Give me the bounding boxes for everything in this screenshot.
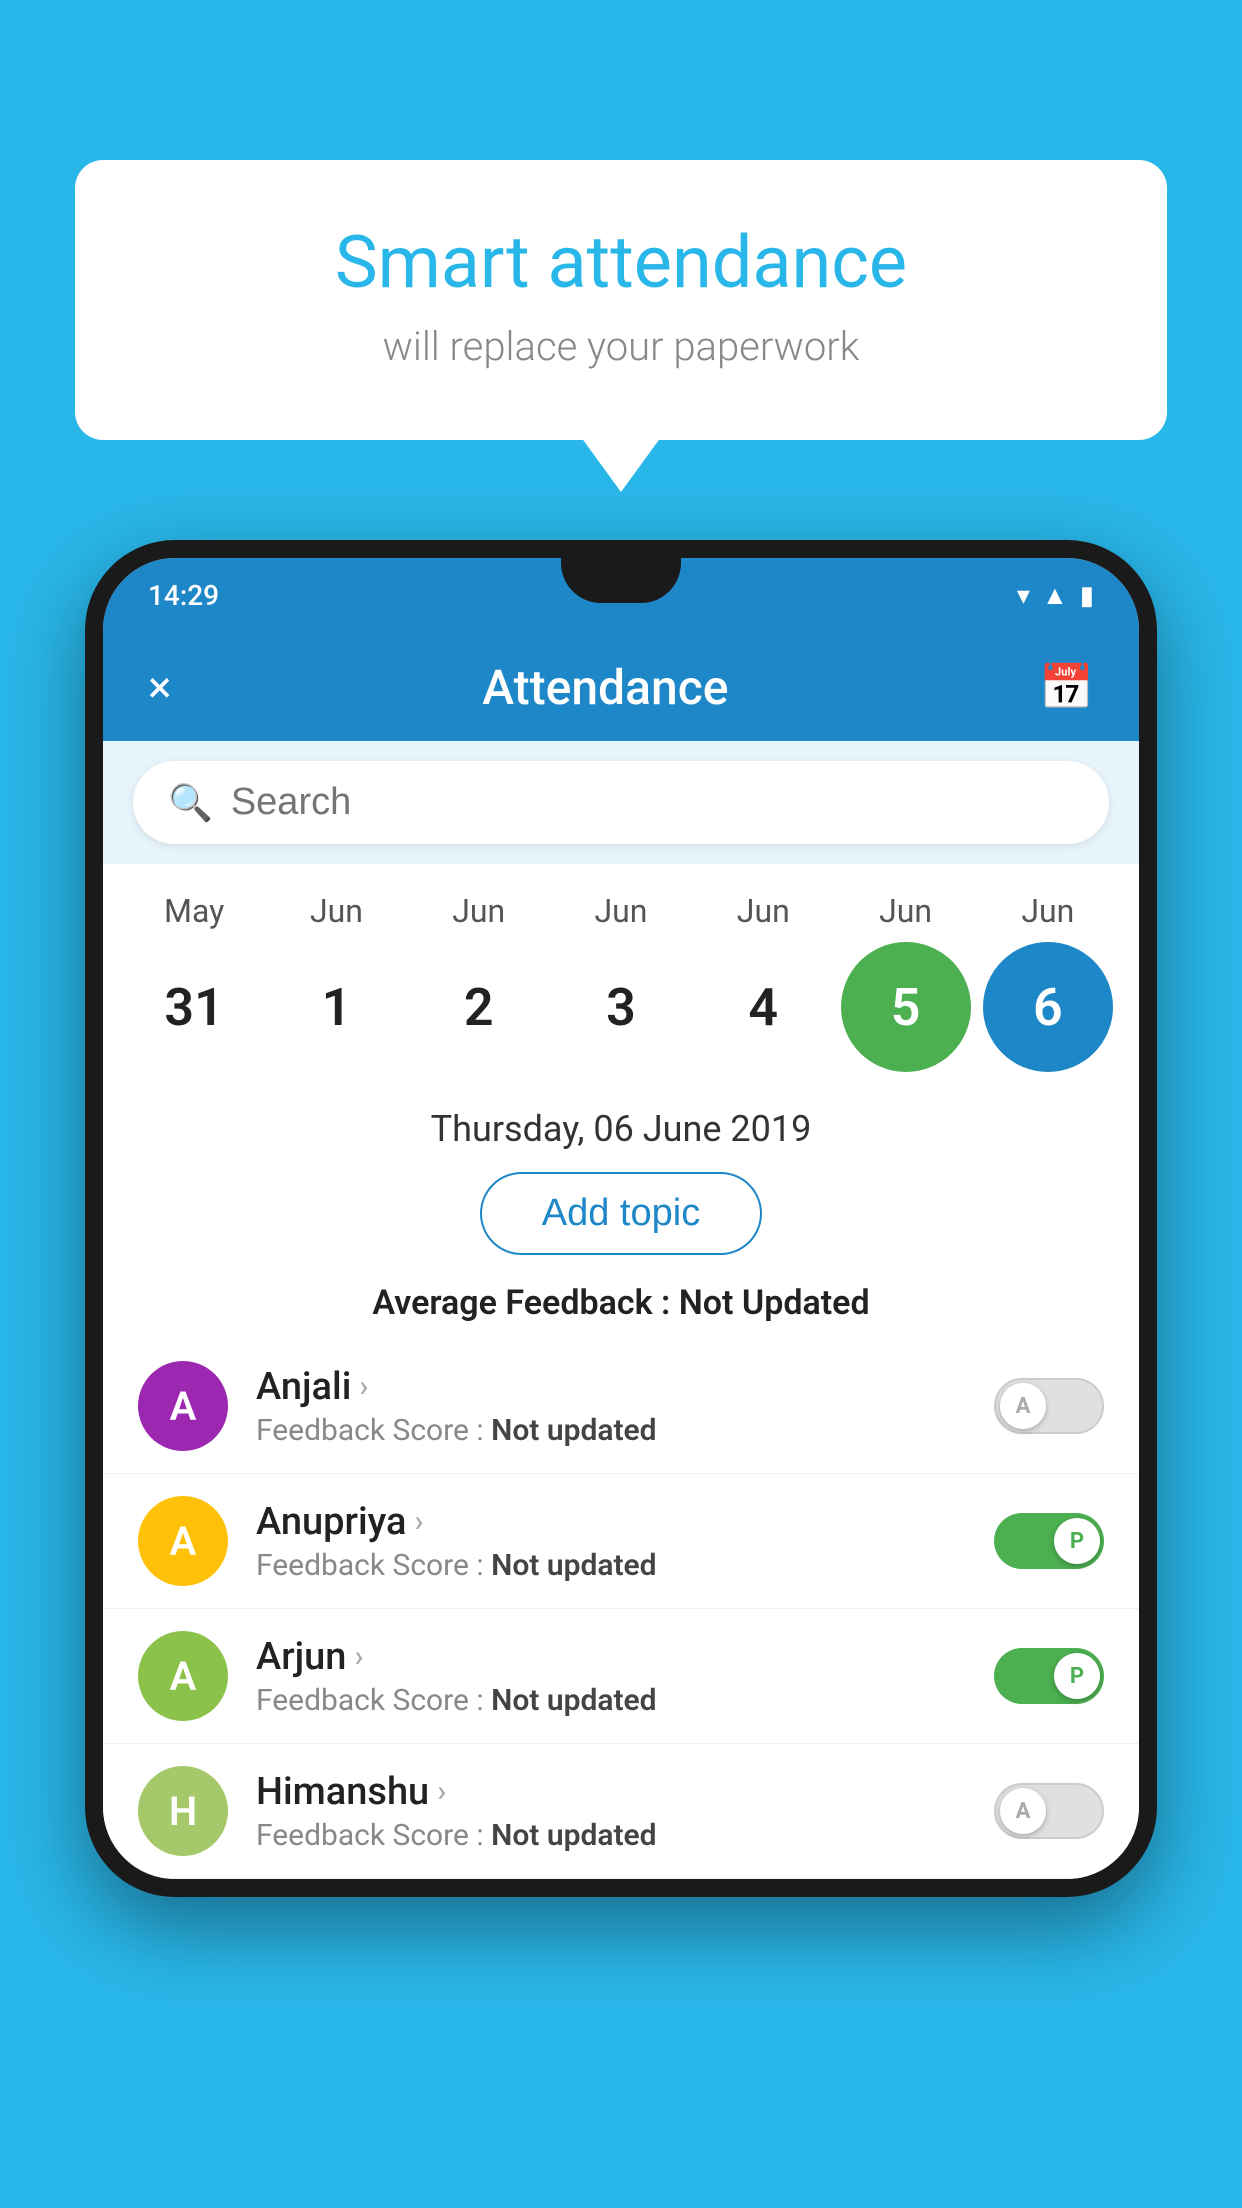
student-item: H Himanshu › Feedback Score : Not update… xyxy=(103,1744,1139,1879)
chevron-right-icon: › xyxy=(414,1504,423,1539)
speech-bubble-container: Smart attendance will replace your paper… xyxy=(75,160,1167,440)
feedback-score: Feedback Score : Not updated xyxy=(256,1818,966,1853)
student-item: A Anupriya › Feedback Score : Not update… xyxy=(103,1474,1139,1609)
status-bar: 14:29 ▾ ▲ ▮ xyxy=(103,558,1139,633)
phone-notch xyxy=(561,558,681,603)
cal-date-5-today[interactable]: 5 xyxy=(841,942,971,1072)
cal-month-1: Jun xyxy=(271,892,401,930)
attendance-toggle-wrap: A xyxy=(994,1783,1104,1839)
attendance-toggle-wrap: P xyxy=(994,1513,1104,1569)
phone-frame: 14:29 ▾ ▲ ▮ × Attendance 📅 🔍 May Jun xyxy=(85,540,1157,1897)
cal-date-1[interactable]: 1 xyxy=(271,942,401,1072)
battery-icon: ▮ xyxy=(1080,581,1094,611)
cal-date-4[interactable]: 4 xyxy=(698,942,828,1072)
signal-icon: ▲ xyxy=(1042,580,1068,611)
student-item: A Anjali › Feedback Score : Not updated … xyxy=(103,1339,1139,1474)
cal-month-3: Jun xyxy=(556,892,686,930)
cal-month-4: Jun xyxy=(698,892,828,930)
add-topic-container: Add topic xyxy=(103,1158,1139,1275)
status-time: 14:29 xyxy=(148,579,219,612)
cal-date-3[interactable]: 3 xyxy=(556,942,686,1072)
chevron-right-icon: › xyxy=(437,1774,446,1809)
feedback-score: Feedback Score : Not updated xyxy=(256,1683,966,1718)
cal-month-6: Jun xyxy=(983,892,1113,930)
add-topic-button[interactable]: Add topic xyxy=(480,1172,762,1255)
avg-feedback-label: Average Feedback : xyxy=(372,1283,678,1323)
chevron-right-icon: › xyxy=(359,1369,368,1404)
cal-date-2[interactable]: 2 xyxy=(414,942,544,1072)
search-container: 🔍 xyxy=(103,741,1139,864)
attendance-toggle[interactable]: A xyxy=(994,1378,1104,1434)
toggle-knob: P xyxy=(1054,1518,1100,1564)
student-avatar: H xyxy=(138,1766,228,1856)
app-bar: × Attendance 📅 xyxy=(103,633,1139,741)
calendar-months: May Jun Jun Jun Jun Jun Jun xyxy=(103,882,1139,934)
student-avatar: A xyxy=(138,1361,228,1451)
student-avatar: A xyxy=(138,1496,228,1586)
attendance-toggle[interactable]: A xyxy=(994,1783,1104,1839)
search-bar[interactable]: 🔍 xyxy=(133,761,1109,844)
student-info: Himanshu › Feedback Score : Not updated xyxy=(256,1770,966,1853)
cal-date-6-selected[interactable]: 6 xyxy=(983,942,1113,1072)
attendance-toggle-wrap: P xyxy=(994,1648,1104,1704)
app-bar-title: Attendance xyxy=(482,659,728,716)
wifi-icon: ▾ xyxy=(1017,581,1030,611)
bubble-subtitle: will replace your paperwork xyxy=(155,323,1087,370)
cal-month-5: Jun xyxy=(841,892,971,930)
calendar-icon[interactable]: 📅 xyxy=(1039,661,1094,713)
cal-month-2: Jun xyxy=(414,892,544,930)
calendar-dates: 31 1 2 3 4 5 6 xyxy=(103,934,1139,1090)
cal-date-31[interactable]: 31 xyxy=(129,942,259,1072)
student-name[interactable]: Anjali › xyxy=(256,1365,966,1409)
student-item: A Arjun › Feedback Score : Not updated P xyxy=(103,1609,1139,1744)
feedback-score: Feedback Score : Not updated xyxy=(256,1548,966,1583)
chevron-right-icon: › xyxy=(354,1639,363,1674)
search-input[interactable] xyxy=(231,781,1074,824)
avg-feedback: Average Feedback : Not Updated xyxy=(103,1275,1139,1339)
selected-date-label: Thursday, 06 June 2019 xyxy=(103,1090,1139,1158)
avg-feedback-value: Not Updated xyxy=(679,1283,870,1323)
search-icon: 🔍 xyxy=(168,782,213,824)
feedback-score: Feedback Score : Not updated xyxy=(256,1413,966,1448)
toggle-knob: P xyxy=(1054,1653,1100,1699)
student-name[interactable]: Himanshu › xyxy=(256,1770,966,1814)
phone-screen: 14:29 ▾ ▲ ▮ × Attendance 📅 🔍 May Jun xyxy=(103,558,1139,1879)
speech-bubble: Smart attendance will replace your paper… xyxy=(75,160,1167,440)
toggle-knob: A xyxy=(1000,1383,1046,1429)
calendar-strip: May Jun Jun Jun Jun Jun Jun 31 1 2 3 4 5… xyxy=(103,864,1139,1090)
attendance-toggle[interactable]: P xyxy=(994,1648,1104,1704)
attendance-toggle-wrap: A xyxy=(994,1378,1104,1434)
bubble-title: Smart attendance xyxy=(155,220,1087,305)
attendance-toggle[interactable]: P xyxy=(994,1513,1104,1569)
cal-month-0: May xyxy=(129,892,259,930)
student-name[interactable]: Arjun › xyxy=(256,1635,966,1679)
toggle-knob: A xyxy=(1000,1788,1046,1834)
student-list: A Anjali › Feedback Score : Not updated … xyxy=(103,1339,1139,1879)
student-name[interactable]: Anupriya › xyxy=(256,1500,966,1544)
student-avatar: A xyxy=(138,1631,228,1721)
student-info: Anupriya › Feedback Score : Not updated xyxy=(256,1500,966,1583)
status-icons: ▾ ▲ ▮ xyxy=(1017,580,1094,611)
student-info: Anjali › Feedback Score : Not updated xyxy=(256,1365,966,1448)
student-info: Arjun › Feedback Score : Not updated xyxy=(256,1635,966,1718)
close-icon[interactable]: × xyxy=(148,661,171,713)
